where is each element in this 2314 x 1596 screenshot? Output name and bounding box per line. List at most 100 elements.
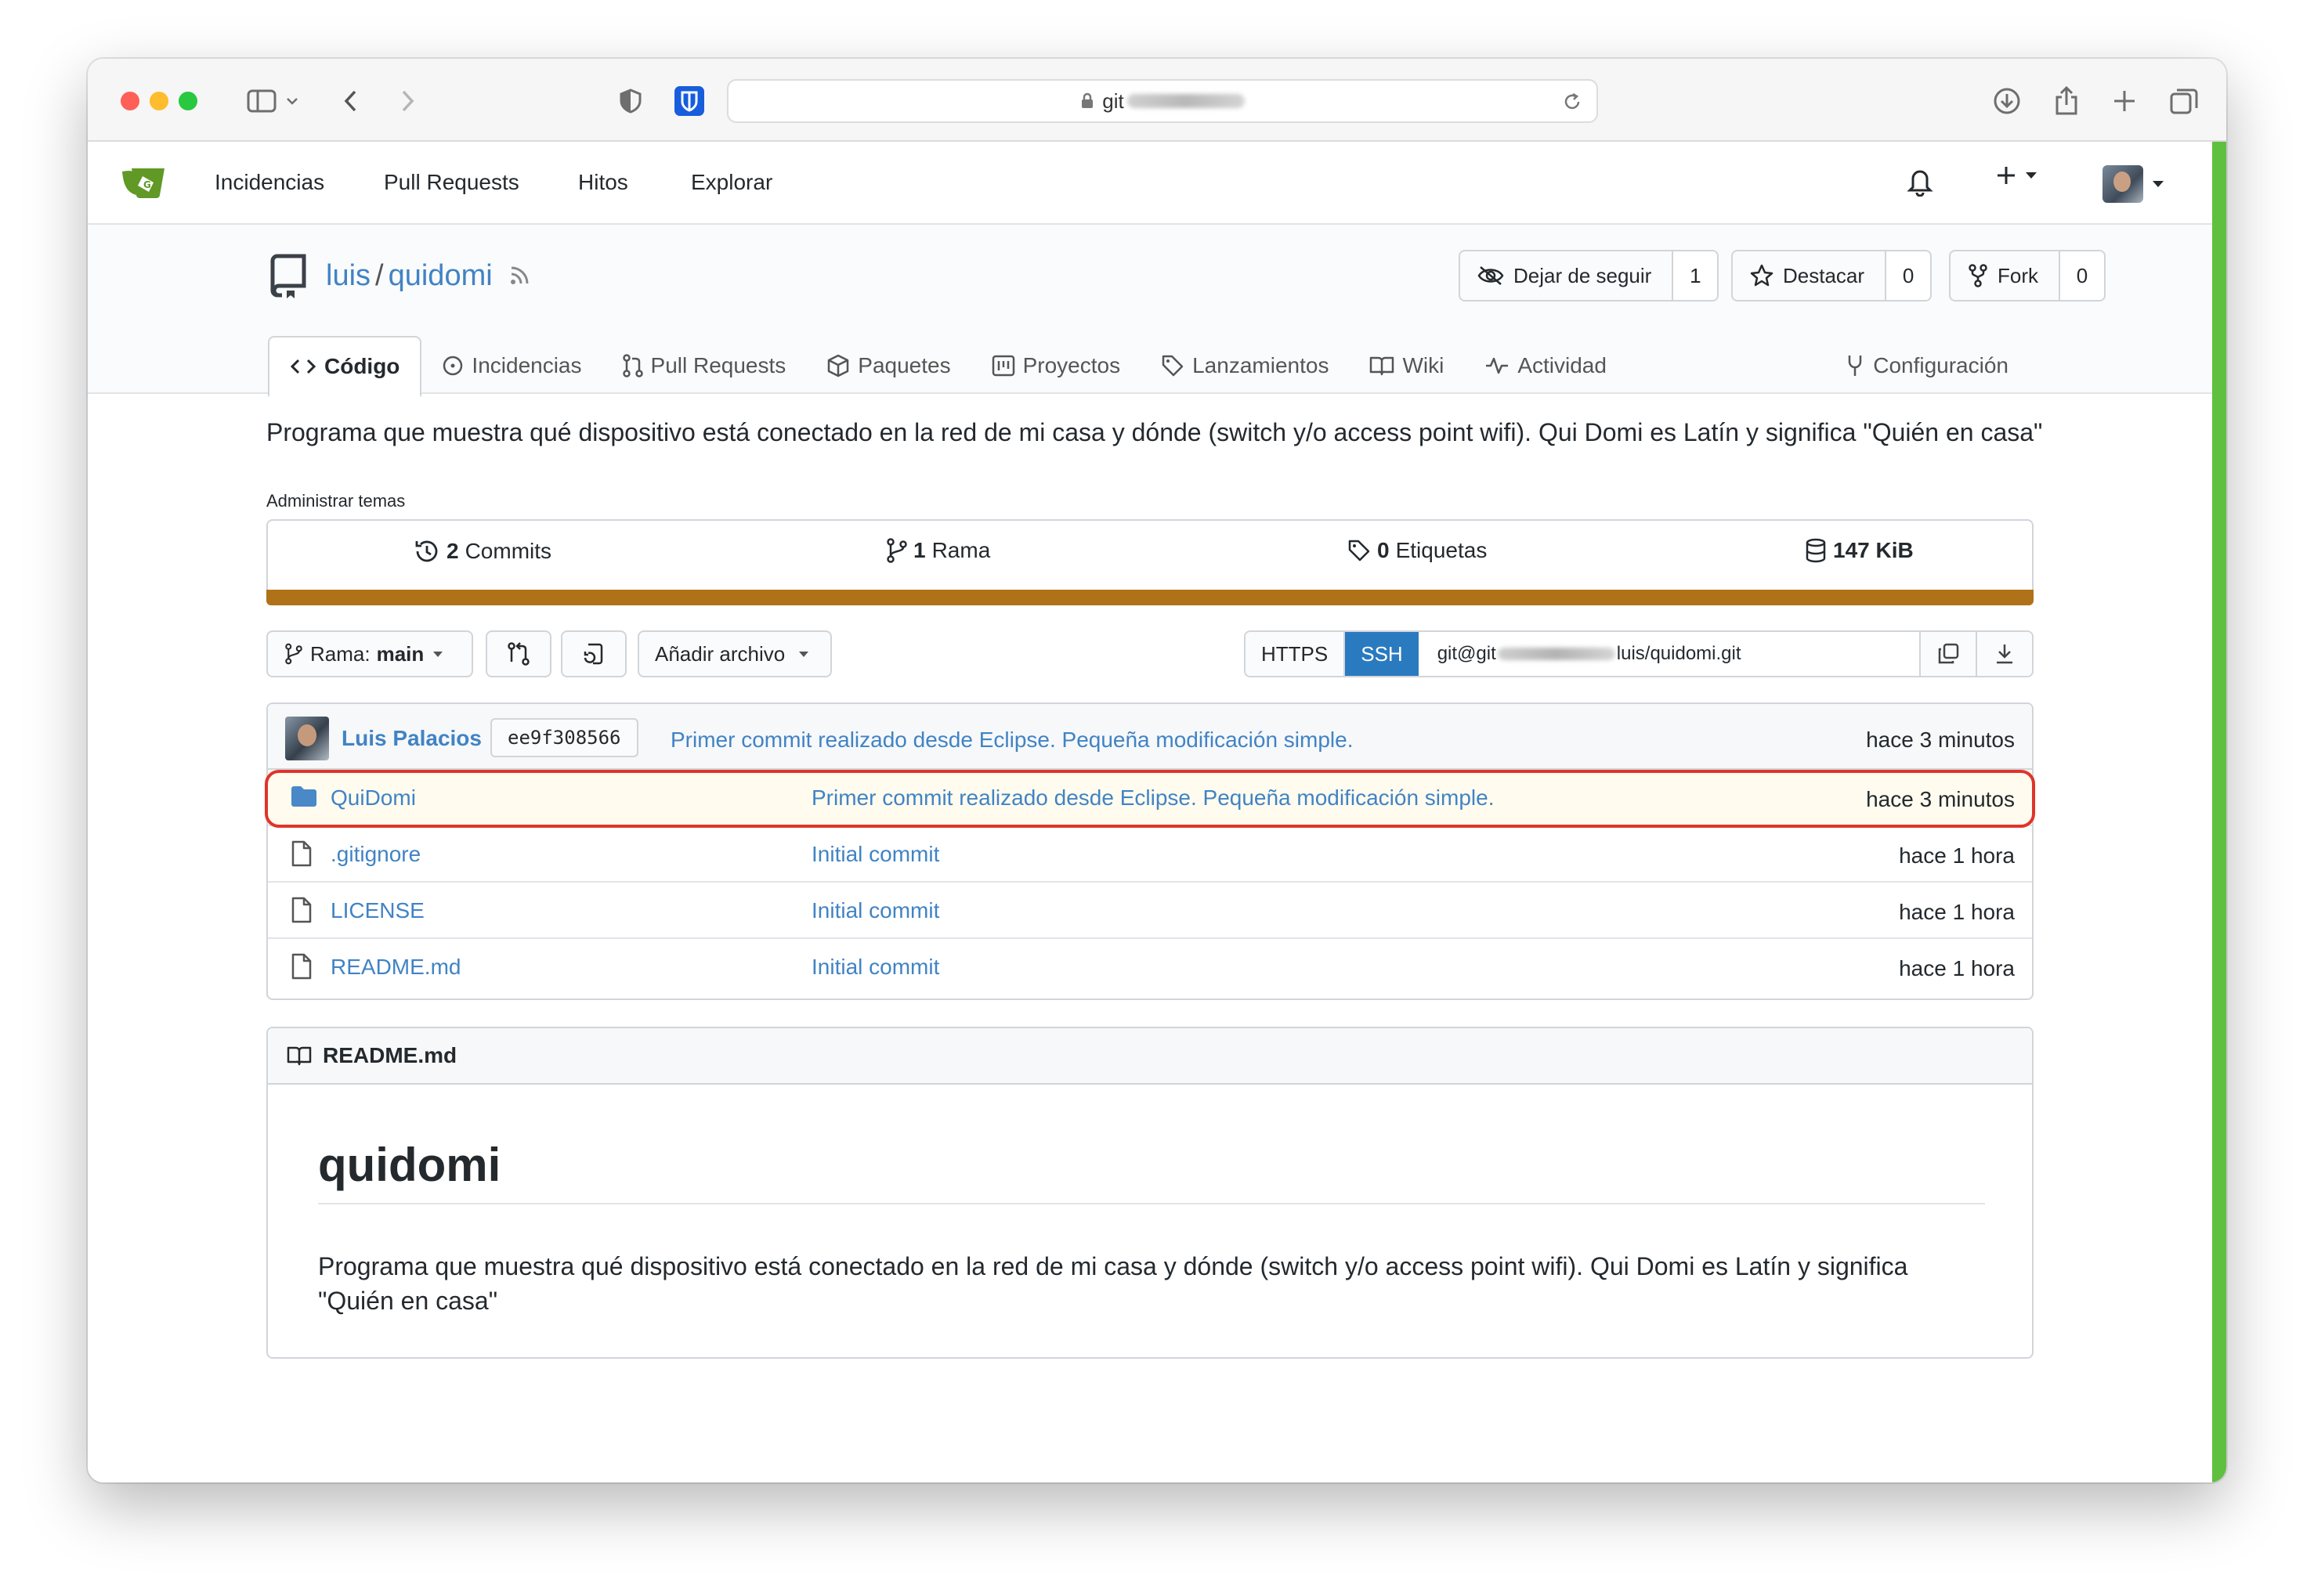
bitwarden-icon[interactable] <box>674 82 705 120</box>
file-commit-link[interactable]: Initial commit <box>812 898 939 923</box>
language-bar[interactable] <box>266 590 2034 605</box>
tab-settings-label: Configuración <box>1873 353 2008 377</box>
download-archive-button[interactable] <box>1976 632 2032 676</box>
unwatch-label: Dejar de seguir <box>1513 263 1652 287</box>
scrollbar[interactable] <box>2212 142 2226 1482</box>
create-new-menu[interactable] <box>1996 165 2037 186</box>
branch-label: Rama: <box>310 641 371 666</box>
repo-size: 147 KiB <box>1833 538 1914 562</box>
fork-button-group: Fork 0 <box>1949 250 2106 302</box>
file-name-link[interactable]: LICENSE <box>331 898 425 923</box>
tab-pull-requests[interactable]: Pull Requests <box>602 336 807 395</box>
copy-url-button[interactable] <box>1919 632 1976 676</box>
file-list: Luis Palacios ee9f308566 Primer commit r… <box>266 702 2034 1000</box>
close-window-button[interactable] <box>121 92 139 110</box>
reload-icon[interactable] <box>1562 92 1582 112</box>
plus-icon[interactable] <box>2109 82 2140 120</box>
nav-milestones[interactable]: Hitos <box>578 170 628 195</box>
branch-selector[interactable]: Rama: main <box>266 630 473 677</box>
commit-message-link[interactable]: Primer commit realizado desde Eclipse. P… <box>671 728 1354 753</box>
readme-title: quidomi <box>318 1138 1985 1204</box>
commits-stat[interactable]: 2 Commits <box>414 538 551 565</box>
unwatch-button[interactable]: Dejar de seguir <box>1460 251 1674 300</box>
repo-stats: 2 Commits 1 Rama 0 Etiquetas 147 KiB <box>266 519 2034 590</box>
notifications-bell-icon[interactable] <box>1907 165 1933 197</box>
watchers-count[interactable]: 1 <box>1673 251 1718 300</box>
clone-url-suffix: luis/quidomi.git <box>1616 643 1741 664</box>
chevron-down-icon[interactable] <box>284 82 301 120</box>
share-icon[interactable] <box>2051 82 2082 120</box>
address-bar[interactable]: git <box>727 79 1598 123</box>
commit-author-link[interactable]: Luis Palacios <box>342 726 482 751</box>
branches-stat[interactable]: 1 Rama <box>887 538 990 563</box>
caret-down-icon <box>433 651 443 657</box>
fork-label: Fork <box>1998 263 2038 287</box>
compare-button[interactable] <box>486 630 551 677</box>
repo-description: Programa que muestra qué dispositivo est… <box>266 418 2043 446</box>
tab-wiki-label: Wiki <box>1402 353 1444 377</box>
star-button-group: Destacar 0 <box>1731 250 1933 302</box>
tabs-icon[interactable] <box>2167 82 2201 120</box>
file-commit-link[interactable]: Primer commit realizado desde Eclipse. P… <box>812 785 1495 811</box>
commit-sha-button[interactable]: ee9f308566 <box>490 718 638 757</box>
file-name-link[interactable]: README.md <box>331 955 461 980</box>
file-name-link[interactable]: .gitignore <box>331 842 421 867</box>
branch-icon <box>285 643 302 665</box>
file-commit-time: hace 3 minutos <box>1866 787 2015 811</box>
nav-pull-requests[interactable]: Pull Requests <box>384 170 519 195</box>
file-commit-link[interactable]: Initial commit <box>812 955 939 980</box>
repo-owner-link[interactable]: luis <box>326 259 371 293</box>
file-name-link[interactable]: QuiDomi <box>331 785 416 811</box>
gitea-logo-icon[interactable]: G <box>119 164 169 205</box>
table-row: LICENSE Initial commit hace 1 hora <box>268 883 2032 939</box>
stars-count[interactable]: 0 <box>1886 251 1931 300</box>
shield-icon[interactable] <box>617 82 644 120</box>
tab-activity[interactable]: Actividad <box>1464 336 1627 395</box>
tab-packages-label: Paquetes <box>858 353 951 377</box>
tab-code-label: Código <box>324 354 400 378</box>
commit-time: hace 3 minutos <box>1866 728 2015 752</box>
ssh-button[interactable]: SSH <box>1345 632 1419 676</box>
repo-name-link[interactable]: quidomi <box>389 259 493 293</box>
branches-count: 1 <box>913 538 926 562</box>
nav-issues[interactable]: Incidencias <box>215 170 324 195</box>
back-icon[interactable] <box>337 82 363 120</box>
address-text: git <box>1102 88 1124 113</box>
user-menu[interactable] <box>2102 165 2164 203</box>
tab-wiki[interactable]: Wiki <box>1349 336 1464 395</box>
tab-code[interactable]: Código <box>268 336 422 397</box>
tab-projects[interactable]: Proyectos <box>971 336 1141 395</box>
fork-button[interactable]: Fork <box>1951 251 2060 300</box>
svg-text:G: G <box>143 179 151 190</box>
star-button[interactable]: Destacar <box>1733 251 1887 300</box>
clone-url-input[interactable]: git@git luis/quidomi.git <box>1419 632 1919 676</box>
tab-settings[interactable]: Configuración <box>1845 336 2008 395</box>
author-avatar[interactable] <box>285 717 329 760</box>
zoom-window-button[interactable] <box>179 92 197 110</box>
nav-explore[interactable]: Explorar <box>691 170 772 195</box>
download-icon <box>1997 645 2012 664</box>
rss-icon[interactable] <box>508 265 530 287</box>
tools-icon <box>1848 356 1862 376</box>
add-file-dropdown[interactable]: Añadir archivo <box>638 630 832 677</box>
file-commit-link[interactable]: Initial commit <box>812 842 939 867</box>
caret-down-icon <box>2153 181 2164 187</box>
forks-count[interactable]: 0 <box>2060 251 2104 300</box>
manage-topics-link[interactable]: Administrar temas <box>266 491 405 511</box>
forward-icon[interactable] <box>395 82 421 120</box>
file-icon <box>290 897 313 923</box>
file-commit-time: hace 1 hora <box>1899 956 2015 980</box>
browser-window: git G Incidencias Pull Requests Hitos Ex… <box>88 59 2226 1482</box>
download-icon[interactable] <box>1991 82 2023 120</box>
tab-releases[interactable]: Lanzamientos <box>1141 336 1349 395</box>
history-button[interactable] <box>561 630 627 677</box>
repo-title: luis / quidomi <box>269 253 530 298</box>
table-row: .gitignore Initial commit hace 1 hora <box>268 826 2032 883</box>
book-icon <box>287 1046 312 1066</box>
tags-stat[interactable]: 0 Etiquetas <box>1347 538 1487 563</box>
sidebar-icon[interactable] <box>244 82 279 120</box>
https-button[interactable]: HTTPS <box>1246 632 1346 676</box>
tab-packages[interactable]: Paquetes <box>806 336 971 395</box>
minimize-window-button[interactable] <box>150 92 168 110</box>
tab-issues[interactable]: Incidencias <box>421 336 602 395</box>
